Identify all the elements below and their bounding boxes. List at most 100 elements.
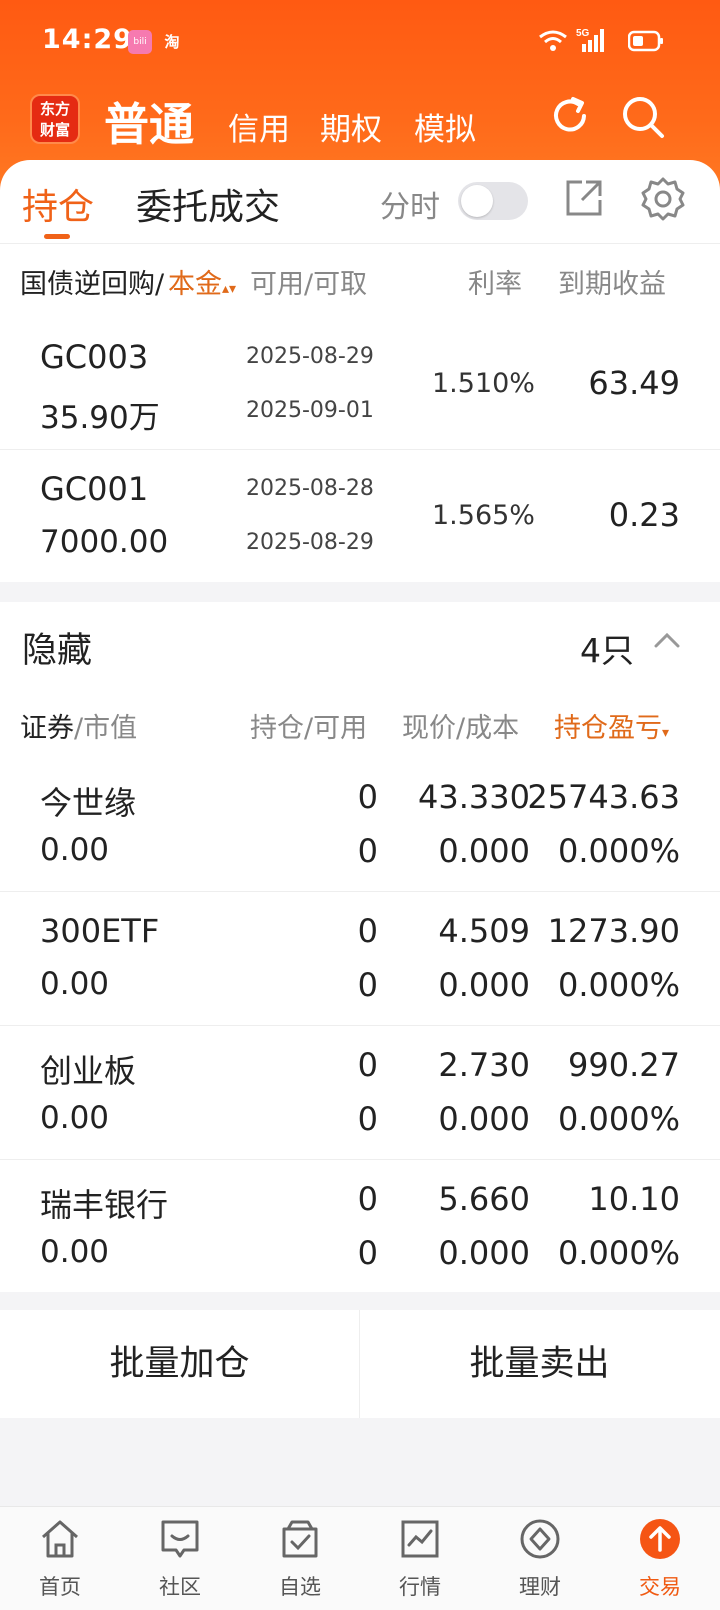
nav-home-label: 首页 [39,1575,81,1599]
header-security: 证券/市值 [20,713,138,744]
taobao-notification-icon: 淘 [164,33,180,51]
stock-hold: 0 [357,912,378,950]
stock-price: 2.730 [438,1046,530,1084]
header-pnl-sort[interactable]: 持仓盈亏▾ [554,706,669,745]
repo-code: GC003 [40,338,149,376]
nav-market-label: 行情 [399,1575,441,1599]
table-row[interactable]: 创业板 0.00 0 0 2.730 0.000 990.27 0.000% [0,1026,720,1160]
repo-income: 63.49 [588,364,680,402]
tab-normal[interactable]: 普通 [104,88,194,153]
table-row[interactable]: GC003 35.90万 2025-08-29 2025-09-01 1.510… [0,318,720,450]
stock-table-header: 证券/市值 持仓/可用 现价/成本 持仓盈亏▾ [0,682,720,762]
hidden-section-bar[interactable]: 隐藏 4只 [0,602,720,682]
nav-wealth-label: 理财 [519,1575,561,1599]
stock-available: 0 [357,1234,378,1272]
tab-simulation[interactable]: 模拟 [414,104,476,149]
toggle-knob [461,185,493,217]
header-principal-sort[interactable]: 本金▴▾ [168,262,236,301]
stock-pnl: 25743.63 [527,778,680,816]
stock-cost: 0.000 [438,832,530,870]
stock-value: 0.00 [40,1234,110,1270]
stock-cost: 0.000 [438,1100,530,1138]
main-content: 持仓 委托成交 分时 国债逆回购/ 本金▴▾ 可用/可取 利率 到期收益 GC0… [0,160,720,1440]
stock-pnl: 10.10 [588,1180,680,1218]
stock-cost: 0.000 [438,1234,530,1272]
nav-trade[interactable]: 交易 [600,1507,720,1610]
repo-date-start: 2025-08-29 [246,344,374,369]
battery-icon [628,30,663,52]
stock-name: 今世缘 [40,784,137,822]
chat-icon [161,1520,199,1558]
table-row[interactable]: 300ETF 0.00 0 0 4.509 0.000 1273.90 0.00… [0,892,720,1026]
nav-trade-label: 交易 [639,1575,681,1599]
stock-price: 43.330 [418,778,530,816]
gear-icon[interactable] [640,176,686,222]
repo-rate: 1.565% [432,500,535,531]
stock-available: 0 [357,966,378,1004]
repo-principal: 7000.00 [40,524,169,560]
network-type-label: 5G [576,28,590,39]
batch-add-button[interactable]: 批量加仓 [0,1310,359,1418]
repo-principal: 35.90万 [40,400,160,436]
stock-hold: 0 [357,1180,378,1218]
stock-pnl-pct: 0.000% [557,966,680,1004]
time-share-toggle[interactable] [458,182,528,220]
header-price-cost: 现价/成本 [402,713,520,744]
repo-date-start: 2025-08-28 [246,476,374,501]
tab-options[interactable]: 期权 [320,104,382,149]
header-hold-available: 持仓/可用 [250,713,368,744]
stock-value: 0.00 [40,1100,110,1136]
top-navigation: 东方 财富 普通 信用 期权 模拟 [0,88,720,160]
batch-sell-button[interactable]: 批量卖出 [360,1310,719,1418]
repo-code: GC001 [40,470,149,508]
repo-rate: 1.510% [432,368,535,399]
repo-income: 0.23 [608,496,680,534]
repo-date-end: 2025-08-29 [246,530,374,555]
home-icon [42,1520,78,1558]
header-available: 可用/可取 [250,269,368,300]
hidden-section-title: 隐藏 [22,631,93,671]
repo-date-end: 2025-09-01 [246,398,374,423]
time-share-label: 分时 [380,190,440,225]
eastmoney-logo[interactable]: 东方 财富 [30,94,80,144]
stock-pnl: 990.27 [568,1046,680,1084]
header-rate: 利率 [468,269,522,300]
stock-price: 4.509 [438,912,530,950]
position-tabs: 持仓 委托成交 分时 [0,160,720,244]
search-icon[interactable] [620,94,666,140]
stock-value: 0.00 [40,832,110,868]
tab-positions[interactable]: 持仓 [22,178,94,230]
refresh-icon[interactable] [548,94,592,138]
tab-credit[interactable]: 信用 [228,104,290,149]
tab-orders-trades[interactable]: 委托成交 [136,178,280,230]
share-icon[interactable] [564,178,604,218]
table-row[interactable]: 今世缘 0.00 0 0 43.330 0.000 25743.63 0.000… [0,760,720,892]
nav-market[interactable]: 行情 [360,1507,480,1610]
stock-hold: 0 [357,778,378,816]
table-row[interactable]: GC001 7000.00 2025-08-28 2025-08-29 1.56… [0,450,720,582]
stock-name: 创业板 [40,1052,137,1090]
nav-home[interactable]: 首页 [0,1507,120,1610]
stock-available: 0 [357,1100,378,1138]
status-bar: 14:29 bili 淘 5G [0,0,720,80]
nav-community[interactable]: 社区 [120,1507,240,1610]
nav-watchlist-label: 自选 [279,1575,321,1599]
stock-pnl: 1273.90 [547,912,680,950]
header-repo-name: 国债逆回购/ [20,269,165,300]
sort-caret-icon: ▾ [662,725,670,741]
nav-community-label: 社区 [159,1575,201,1599]
trade-arrow-icon [640,1519,680,1559]
nav-wealth[interactable]: 理财 [480,1507,600,1610]
header-maturity-income: 到期收益 [558,269,666,300]
watchlist-icon [282,1520,318,1558]
stock-name: 瑞丰银行 [40,1186,169,1224]
repo-table-header: 国债逆回购/ 本金▴▾ 可用/可取 利率 到期收益 [0,238,720,318]
section-divider [0,1292,720,1310]
wifi-icon [539,30,567,51]
table-row[interactable]: 瑞丰银行 0.00 0 0 5.660 0.000 10.10 0.000% [0,1160,720,1292]
chevron-up-icon[interactable] [652,626,682,656]
stock-available: 0 [357,832,378,870]
wealth-diamond-icon [520,1519,560,1559]
nav-watchlist[interactable]: 自选 [240,1507,360,1610]
signal-icon: 5G [576,28,604,52]
